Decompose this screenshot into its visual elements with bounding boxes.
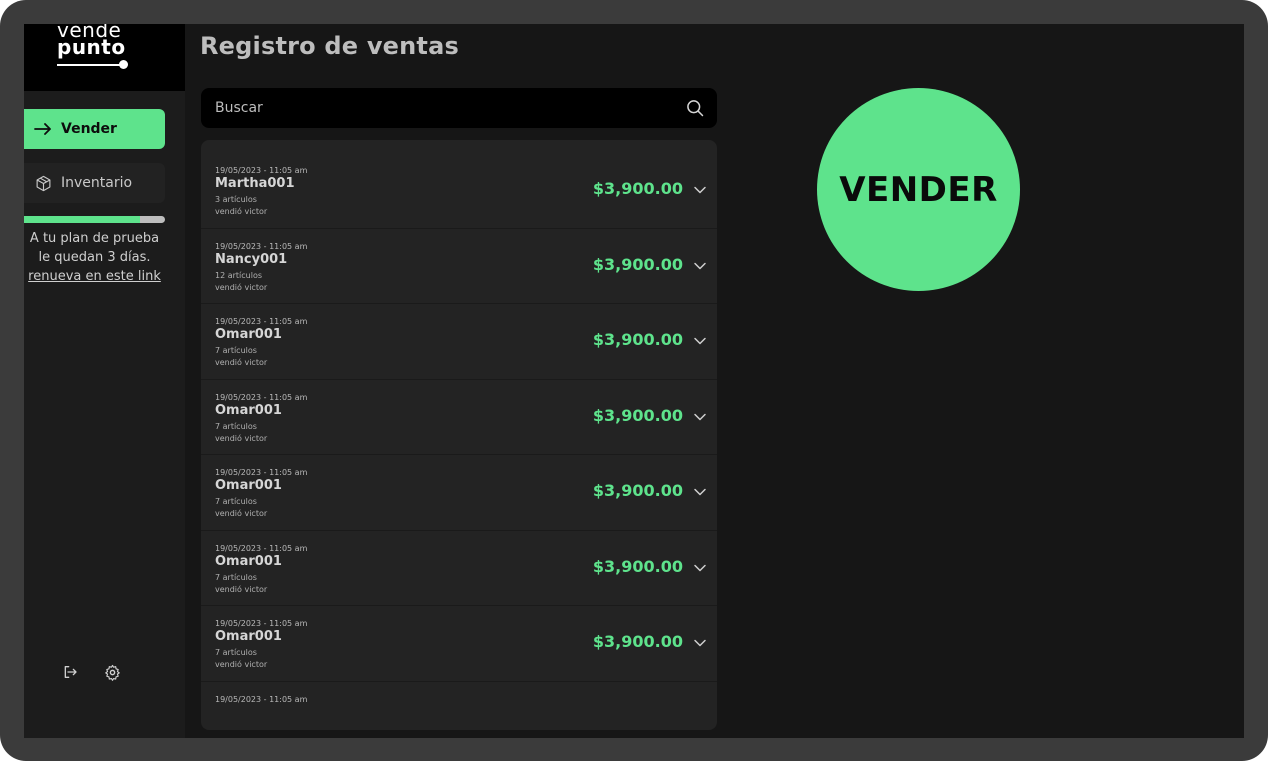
arrow-right-icon bbox=[34, 120, 52, 138]
sale-row[interactable]: 19/05/2023 - 11:05 am Martha001 3 artículo… bbox=[201, 153, 717, 229]
sale-row[interactable]: 19/05/2023 - 11:05 am Nancy001 12 artículo… bbox=[201, 229, 717, 304]
search-bar bbox=[201, 88, 717, 128]
sale-amount: $3,900.00 bbox=[592, 179, 683, 198]
chevron-down-icon[interactable] bbox=[693, 333, 707, 347]
chevron-down-icon[interactable] bbox=[693, 635, 707, 649]
sidebar-item-label: Inventario bbox=[61, 175, 133, 191]
sale-row[interactable]: 19/05/2023 - 11:05 am Omar001 7 artículos v… bbox=[201, 531, 717, 606]
customer-name: Nancy001 bbox=[215, 251, 288, 267]
sale-amount: $3,900.00 bbox=[592, 405, 683, 425]
sale-date: 19/05/2023 - 11:05 am bbox=[215, 468, 308, 477]
seller-label: vendió victor bbox=[215, 433, 268, 443]
sidebar-item-inventario[interactable]: Inventario bbox=[24, 163, 165, 203]
seller-label: vendió victor bbox=[215, 509, 268, 518]
chevron-down-icon[interactable] bbox=[693, 258, 707, 272]
sale-date: 19/05/2023 - 11:05 am bbox=[215, 392, 308, 402]
vender-button[interactable]: VENDER bbox=[817, 88, 1020, 291]
logout-icon[interactable] bbox=[60, 662, 80, 682]
gear-icon[interactable] bbox=[102, 662, 122, 682]
customer-name: Martha001 bbox=[215, 176, 295, 191]
customer-name: Omar001 bbox=[215, 327, 282, 342]
sale-row[interactable]: 19/05/2023 - 11:05 am Omar001 7 artículos v… bbox=[201, 304, 717, 380]
sale-row[interactable]: 19/05/2023 - 11:05 am bbox=[201, 682, 717, 731]
page-title: Registro de ventas bbox=[200, 32, 459, 60]
chevron-down-icon[interactable] bbox=[693, 182, 707, 196]
trial-progress-fill bbox=[24, 216, 140, 223]
seller-label: vendió victor bbox=[215, 207, 268, 216]
customer-name: Omar001 bbox=[215, 553, 282, 569]
trial-notice-line2: le quedan 3 días. bbox=[38, 250, 151, 265]
app-screen: vende punto Vender Inventario A tu plan … bbox=[24, 24, 1244, 738]
item-count: 3 artículos bbox=[215, 195, 257, 204]
sale-date: 19/05/2023 - 11:05 am bbox=[215, 543, 308, 553]
sale-date: 19/05/2023 - 11:05 am bbox=[215, 166, 308, 175]
seller-label: vendió victor bbox=[215, 358, 268, 367]
device-frame: vende punto Vender Inventario A tu plan … bbox=[0, 0, 1268, 761]
sale-amount: $3,900.00 bbox=[592, 632, 683, 651]
sale-amount: $3,900.00 bbox=[592, 330, 683, 349]
logo-dot bbox=[119, 60, 128, 69]
chevron-down-icon[interactable] bbox=[693, 409, 707, 423]
sale-amount: $3,900.00 bbox=[592, 254, 683, 274]
sidebar-item-vender[interactable]: Vender bbox=[24, 109, 165, 149]
logo: vende punto bbox=[24, 24, 185, 91]
box-icon bbox=[34, 174, 52, 192]
seller-label: vendió victor bbox=[215, 660, 268, 669]
search-input[interactable] bbox=[201, 88, 671, 128]
sales-list: 19/05/2023 - 11:05 am Martha001 3 artículo… bbox=[201, 140, 717, 730]
item-count: 7 artículos bbox=[215, 421, 257, 431]
item-count: 7 artículos bbox=[215, 572, 257, 582]
item-count: 7 artículos bbox=[215, 346, 257, 355]
sale-date: 19/05/2023 - 11:05 am bbox=[215, 619, 308, 628]
item-count: 7 artículos bbox=[215, 648, 257, 657]
sale-row[interactable]: 19/05/2023 - 11:05 am Omar001 7 artículos v… bbox=[201, 380, 717, 455]
trial-notice-line1: A tu plan de prueba bbox=[29, 231, 160, 246]
logo-line bbox=[57, 64, 121, 66]
customer-name: Omar001 bbox=[215, 478, 282, 493]
sale-row[interactable]: 19/05/2023 - 11:05 am Omar001 7 artículos v… bbox=[201, 455, 717, 531]
sidebar-item-label: Vender bbox=[61, 121, 117, 137]
seller-label: vendió victor bbox=[215, 584, 268, 594]
sale-date: 19/05/2023 - 11:05 am bbox=[215, 694, 308, 704]
chevron-down-icon[interactable] bbox=[693, 484, 707, 498]
item-count: 7 artículos bbox=[215, 497, 257, 506]
sidebar-footer bbox=[60, 662, 122, 682]
item-count: 12 artículos bbox=[215, 270, 263, 280]
customer-name: Omar001 bbox=[215, 402, 282, 418]
trial-notice: A tu plan de prueba le quedan 3 días. re… bbox=[24, 229, 165, 286]
chevron-down-icon[interactable] bbox=[693, 560, 707, 574]
logo-bottom-text: punto bbox=[57, 35, 126, 59]
sale-date: 19/05/2023 - 11:05 am bbox=[215, 317, 308, 326]
customer-name: Omar001 bbox=[215, 629, 282, 644]
search-icon[interactable] bbox=[685, 98, 705, 118]
renew-link[interactable]: renueva en este link bbox=[24, 267, 165, 286]
sale-amount: $3,900.00 bbox=[592, 556, 683, 576]
sale-row[interactable]: 19/05/2023 - 11:05 am Omar001 7 artículos v… bbox=[201, 606, 717, 682]
seller-label: vendió victor bbox=[215, 282, 268, 292]
sale-amount: $3,900.00 bbox=[592, 481, 683, 500]
sale-date: 19/05/2023 - 11:05 am bbox=[215, 241, 308, 251]
sidebar: vende punto Vender Inventario A tu plan … bbox=[24, 24, 185, 738]
trial-progress-bar bbox=[24, 216, 165, 223]
